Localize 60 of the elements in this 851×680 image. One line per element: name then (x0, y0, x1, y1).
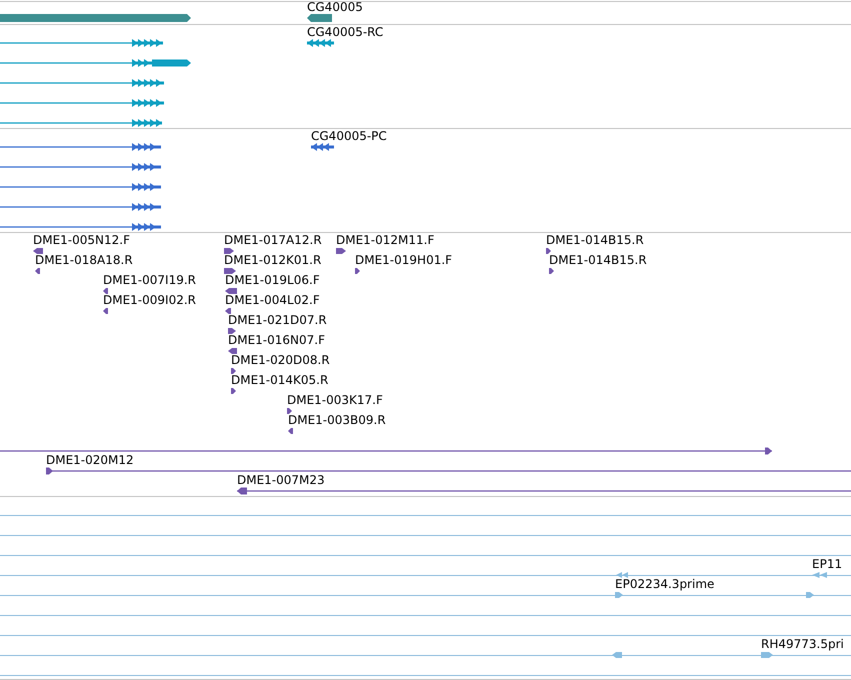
transcript-drawing[interactable] (0, 163, 161, 171)
feature-label: EP02234.3prime (615, 577, 714, 591)
feature-label: DME1-020D08.R (231, 353, 330, 367)
feature-label: DME1-018A18.R (35, 253, 133, 267)
feature-label: DME1-020M12 (46, 453, 134, 467)
gene-arrow-icon[interactable] (307, 14, 332, 22)
transcript-drawing[interactable] (0, 59, 191, 67)
read-arrow-icon[interactable] (103, 288, 108, 294)
read-arrow-icon[interactable] (231, 388, 236, 394)
read-arrow-icon[interactable] (228, 348, 237, 354)
transcript-drawing[interactable] (0, 203, 161, 211)
transcript-drawing[interactable] (0, 143, 161, 151)
feature-label: DME1-003K17.F (287, 393, 383, 407)
feature-label: DME1-012K01.R (224, 253, 322, 267)
feature-label: CG40005 (307, 0, 363, 14)
feature-label: DME1-012M11.F (336, 233, 434, 247)
feature-label: DME1-004L02.F (225, 293, 320, 307)
feature-label: DME1-007M23 (237, 473, 325, 487)
read-arrow-icon[interactable] (355, 268, 360, 274)
feature-label: DME1-014B15.R (546, 233, 644, 247)
transcript-drawing[interactable] (0, 223, 161, 231)
transcript-drawing[interactable] (0, 119, 162, 127)
feature-label: DME1-019H01.F (355, 253, 452, 267)
feature-label: DME1-019L06.F (225, 273, 320, 287)
read-arrow-icon[interactable] (224, 268, 236, 274)
transcript-drawing[interactable] (307, 39, 334, 47)
read-pair-line[interactable] (0, 447, 772, 455)
read-arrow-icon[interactable] (225, 308, 231, 314)
read-arrow-icon[interactable] (225, 288, 237, 294)
feature-label: EP11 (812, 557, 842, 571)
feature-label: DME1-014B15.R (549, 253, 647, 267)
read-arrow-icon[interactable] (35, 268, 40, 274)
feature-label: DME1-014K05.R (231, 373, 328, 387)
transcript-drawing[interactable] (0, 183, 161, 191)
transcript-drawing[interactable] (0, 79, 164, 87)
read-arrow-icon[interactable] (228, 328, 236, 334)
feature-label: DME1-017A12.R (224, 233, 322, 247)
feature-label: DME1-005N12.F (33, 233, 130, 247)
feature-label: CG40005-RC (307, 25, 384, 39)
feature-label: RH49773.5pri (761, 637, 844, 651)
read-arrow-icon[interactable] (546, 248, 551, 254)
read-arrow-icon[interactable] (287, 408, 292, 414)
transcript-drawing[interactable] (0, 39, 163, 47)
feature-label: DME1-003B09.R (288, 413, 386, 427)
feature-label: DME1-016N07.F (228, 333, 326, 347)
transcript-drawing[interactable] (311, 143, 334, 151)
feature-label: CG40005-PC (311, 129, 387, 143)
feature-label: DME1-009I02.R (103, 293, 196, 307)
read-arrow-icon[interactable] (549, 268, 554, 274)
feature-label: DME1-021D07.R (228, 313, 327, 327)
read-arrow-icon[interactable] (231, 368, 236, 374)
feature-label: DME1-007I19.R (103, 273, 196, 287)
read-arrow-icon[interactable] (336, 248, 346, 254)
read-arrow-icon[interactable] (288, 428, 293, 434)
read-arrow-icon[interactable] (224, 248, 234, 254)
transcript-drawing[interactable] (0, 99, 164, 107)
read-pair-line[interactable] (237, 487, 851, 495)
read-arrow-icon[interactable] (33, 248, 43, 254)
read-pair-line[interactable] (46, 467, 851, 475)
read-arrow-icon[interactable] (103, 308, 108, 314)
